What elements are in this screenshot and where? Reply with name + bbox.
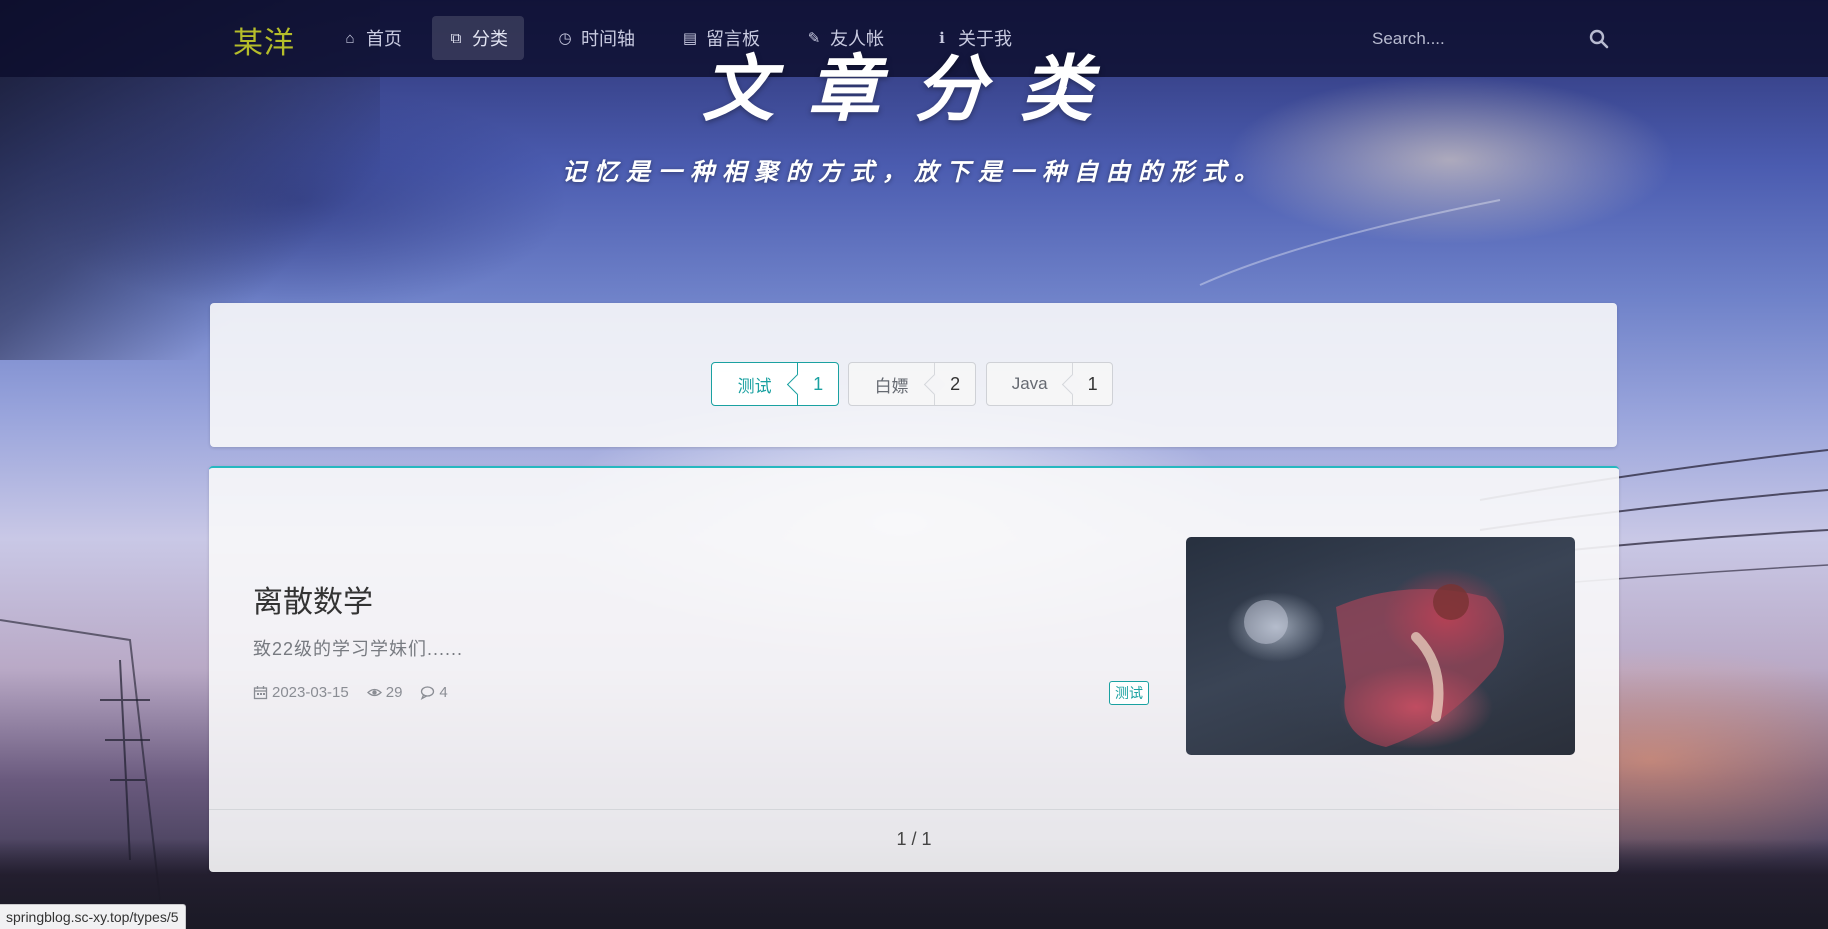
category-name: 测试 [737,376,772,396]
status-bar-url: springblog.sc-xy.top/types/5 [0,904,186,929]
category-label-java[interactable]: Java 1 [986,362,1113,406]
post-title[interactable]: 离散数学 [253,577,373,621]
post-excerpt: 致22级的学习学妹们...... [253,639,464,659]
page-title: 文章分类 [701,46,1126,131]
eye-icon [366,688,382,697]
pagination-indicator: 1 / 1 [896,829,932,849]
category-label-freebie[interactable]: 白嫖 2 [848,362,976,406]
category-name: Java [1011,374,1048,393]
page-subtitle: 记忆是一种相聚的方式，放下是一种自由的形式。 [562,157,1266,186]
thumbnail-illustration [1244,584,1504,747]
post-comments-count: 4 [439,684,448,701]
comment-icon [421,686,435,700]
post-meta: 2023-03-15 29 4 [253,684,448,701]
post-views: 29 [366,684,403,701]
post-thumbnail[interactable] [1186,537,1575,755]
category-count: 1 [797,363,838,405]
calendar-icon [253,686,268,700]
post-category-tag[interactable]: 测试 [1109,681,1149,705]
category-name: 白嫖 [874,376,909,396]
post-comments: 4 [420,684,448,701]
post-date-text: 2023-03-15 [272,684,349,701]
post-views-count: 29 [385,684,403,701]
post-date: 2023-03-15 [253,684,349,701]
category-label-test[interactable]: 测试 1 [711,362,839,406]
pager-divider [209,809,1619,810]
category-count: 2 [934,363,975,405]
category-count: 1 [1072,363,1112,405]
